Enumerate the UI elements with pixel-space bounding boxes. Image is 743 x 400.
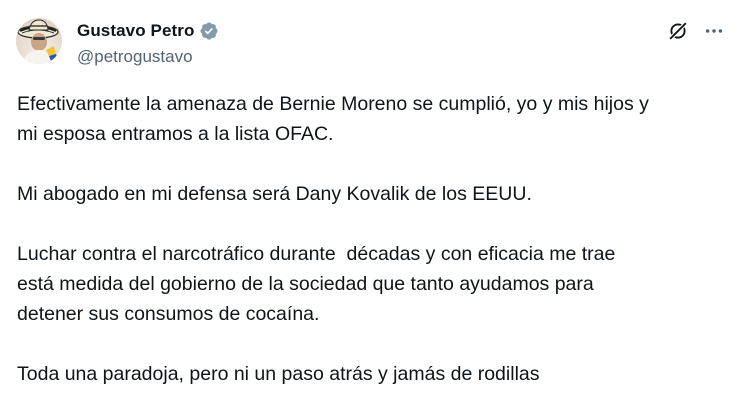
tweet-text: Efectivamente la amenaza de Bernie Moren… bbox=[17, 89, 727, 389]
author-handle[interactable]: @petrogustavo bbox=[77, 46, 219, 68]
grok-icon[interactable] bbox=[667, 20, 689, 42]
more-options-icon[interactable] bbox=[703, 20, 725, 42]
tweet-paragraph: Luchar contra el narcotráfico durante dé… bbox=[17, 243, 616, 325]
tweet-paragraph: Mi abogado en mi defensa será Dany Koval… bbox=[17, 183, 532, 205]
avatar[interactable] bbox=[16, 18, 62, 64]
name-row: Gustavo Petro bbox=[77, 20, 219, 42]
tweet-paragraph: Efectivamente la amenaza de Bernie Moren… bbox=[17, 93, 649, 145]
author-display-name[interactable]: Gustavo Petro bbox=[77, 21, 195, 41]
verified-badge-icon[interactable] bbox=[199, 21, 219, 41]
tweet-actions bbox=[667, 20, 725, 42]
tweet-card: Gustavo Petro @petrogustavo Efectivament… bbox=[0, 0, 743, 400]
author-block: Gustavo Petro @petrogustavo bbox=[77, 20, 219, 68]
tweet-paragraph: Toda una paradoja, pero ni un paso atrás… bbox=[17, 363, 540, 385]
avatar-photo-icon bbox=[17, 19, 59, 64]
